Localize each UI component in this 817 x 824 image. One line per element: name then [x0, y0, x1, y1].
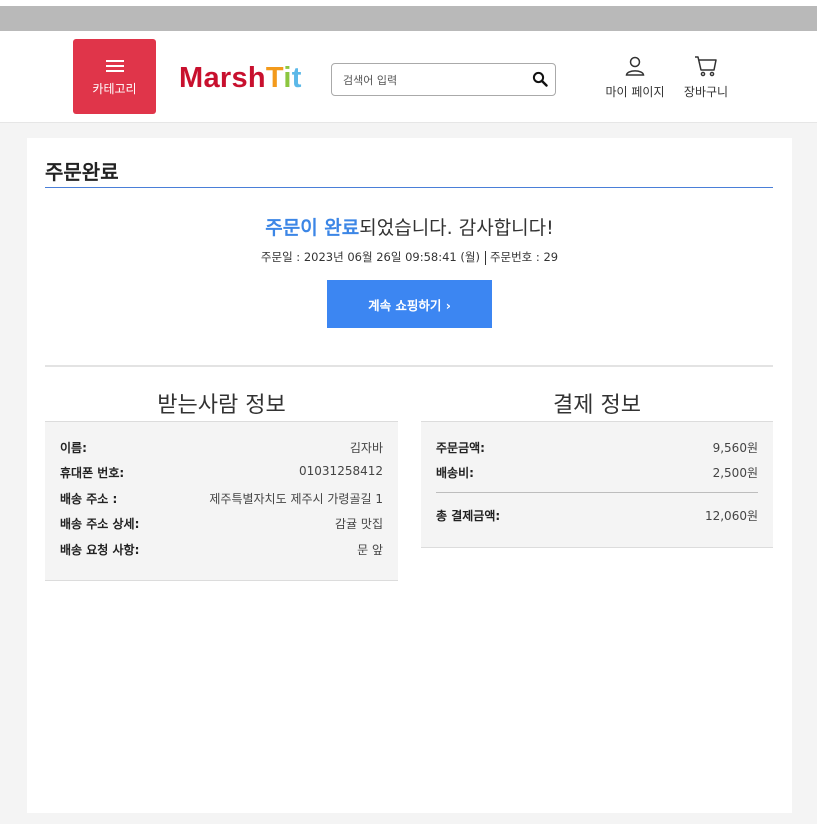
site-header: 카테고리 MarshTit 마이 페이지 장바구니 [0, 31, 817, 123]
logo-part-t2: t [291, 62, 302, 94]
payment-row-total: 총 결제금액: 12,060원 [436, 507, 758, 525]
recipient-row-name: 이름: 김자바 [60, 439, 383, 457]
row-label: 배송 요청 사항: [60, 543, 140, 557]
user-icon [625, 56, 645, 76]
payment-title: 결제 정보 [553, 393, 641, 418]
order-meta: 주문일 : 2023년 06월 26일 09:58:41 (월) 주문번호 : 2… [27, 249, 792, 265]
row-label: 총 결제금액: [436, 509, 501, 523]
payment-info-box: 주문금액: 9,560원 배송비: 2,500원 총 결제금액: 12,060원 [421, 421, 773, 548]
row-value: 01031258412 [299, 464, 383, 478]
category-label: 카테고리 [92, 82, 137, 96]
row-value: 문 앞 [357, 543, 383, 557]
my-page-link[interactable]: 마이 페이지 [602, 55, 668, 100]
row-value: 감귤 맛집 [335, 517, 383, 531]
row-label: 주문금액: [436, 441, 485, 455]
row-value: 제주특별자치도 제주시 가령골길 1 [209, 492, 383, 506]
recipient-row-request: 배송 요청 사항: 문 앞 [60, 541, 383, 559]
cart-icon [695, 56, 717, 77]
payment-divider [436, 492, 758, 493]
completion-message: 주문이 완료되었습니다. 감사합니다! [27, 213, 792, 240]
logo-part-marsh: Marsh [179, 62, 266, 94]
top-bar [0, 6, 817, 31]
row-label: 이름: [60, 441, 87, 455]
row-value: 9,560원 [712, 441, 758, 455]
cart-link[interactable]: 장바구니 [680, 55, 732, 100]
logo-part-t: T [265, 62, 284, 94]
row-value: 12,060원 [704, 509, 758, 523]
cart-label: 장바구니 [683, 85, 729, 99]
menu-icon [105, 60, 124, 72]
title-underline [45, 187, 773, 188]
completion-rest: 되었습니다. 감사합니다! [359, 217, 554, 239]
search-box [331, 63, 556, 96]
row-value: 2,500원 [712, 466, 758, 480]
logo-part-i: i [283, 62, 292, 94]
order-date: 주문일 : 2023년 06월 26일 09:58:41 (월) [260, 250, 480, 264]
site-logo[interactable]: MarshTit [179, 62, 302, 95]
my-page-label: 마이 페이지 [605, 85, 665, 99]
recipient-info-box: 이름: 김자바 휴대폰 번호: 01031258412 배송 주소 : 제주특별… [45, 421, 398, 581]
completion-highlight: 주문이 완료 [265, 217, 360, 239]
search-input[interactable] [341, 70, 525, 90]
search-icon[interactable] [532, 71, 548, 87]
payment-row-order-amount: 주문금액: 9,560원 [436, 439, 758, 457]
page-title: 주문완료 [45, 160, 119, 184]
payment-row-shipping: 배송비: 2,500원 [436, 464, 758, 482]
section-divider [45, 365, 773, 367]
row-value: 김자바 [349, 441, 383, 455]
recipient-row-address-detail: 배송 주소 상세: 감귤 맛집 [60, 515, 383, 533]
recipient-title: 받는사람 정보 [157, 393, 286, 418]
row-label: 휴대폰 번호: [60, 466, 125, 480]
continue-shopping-button[interactable]: 계속 쇼핑하기 › [327, 280, 492, 328]
row-label: 배송 주소 : [60, 492, 118, 506]
row-label: 배송비: [436, 466, 474, 480]
meta-separator [484, 250, 486, 265]
row-label: 배송 주소 상세: [60, 517, 140, 531]
recipient-row-address: 배송 주소 : 제주특별자치도 제주시 가령골길 1 [60, 490, 383, 508]
recipient-row-phone: 휴대폰 번호: 01031258412 [60, 464, 383, 482]
order-number: 주문번호 : 29 [489, 250, 559, 264]
category-button[interactable]: 카테고리 [73, 39, 156, 114]
order-complete-panel: 주문완료 주문이 완료되었습니다. 감사합니다! 주문일 : 2023년 06월… [27, 138, 792, 813]
